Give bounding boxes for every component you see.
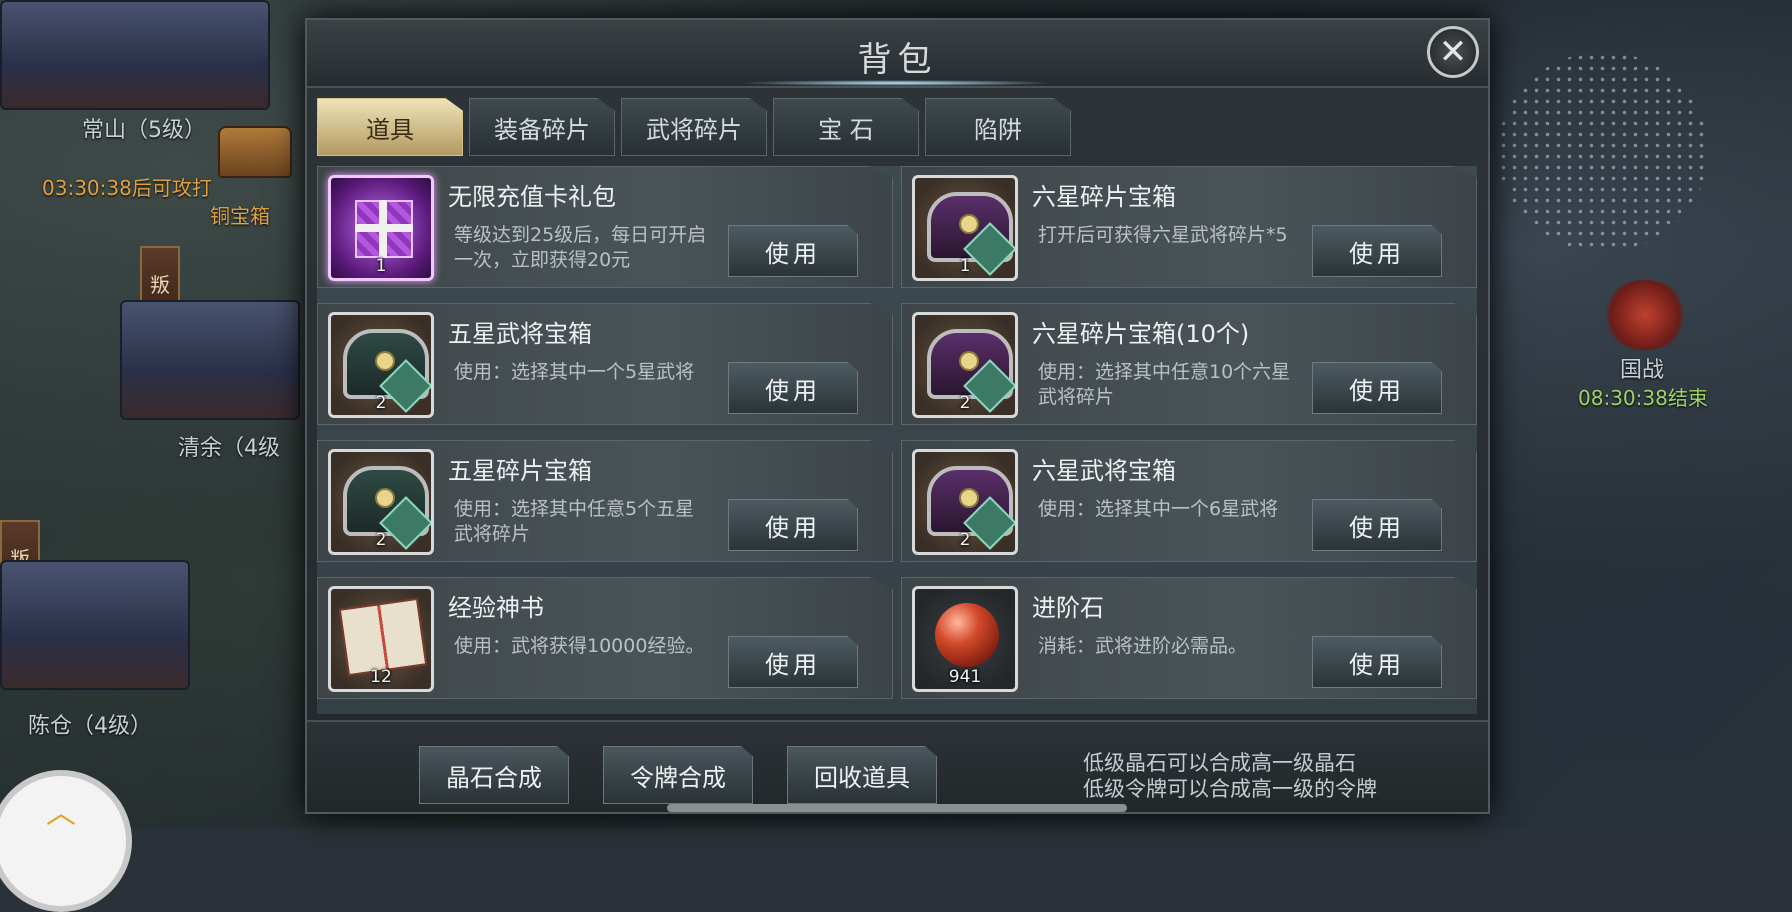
item-card: 2 六星武将宝箱 使用：选择其中一个6星武将 使用 (901, 440, 1477, 562)
item-description: 使用：选择其中一个5星武将 (454, 361, 695, 383)
item-name: 六星碎片宝箱(10个) (1032, 320, 1250, 348)
item-name: 五星武将宝箱 (448, 320, 592, 348)
use-button[interactable]: 使用 (1312, 362, 1442, 414)
crystal-synthesis-button[interactable]: 晶石合成 (419, 746, 569, 804)
use-button[interactable]: 使用 (728, 225, 858, 277)
item-count: 1 (959, 256, 971, 276)
item-count: 2 (375, 530, 387, 550)
hint-line-1: 低级晶石可以合成高一级晶石 (1083, 751, 1356, 775)
close-button[interactable]: ✕ (1427, 26, 1479, 78)
item-description: 使用：选择其中任意5个五星武将碎片 (454, 498, 695, 545)
title-bar: 背包 ✕ (307, 20, 1488, 88)
advance-stone-icon[interactable]: 941 (912, 586, 1018, 692)
item-description: 使用：武将获得10000经验。 (454, 635, 705, 657)
five-star-chest-icon[interactable]: 2 (328, 449, 434, 555)
use-button[interactable]: 使用 (1312, 499, 1442, 551)
item-count: 2 (375, 393, 387, 413)
use-button[interactable]: 使用 (728, 362, 858, 414)
item-description: 使用：选择其中任意10个六星武将碎片 (1038, 361, 1291, 408)
tab-gems[interactable]: 宝 石 (773, 98, 919, 156)
six-star-chest-icon[interactable]: 2 (912, 449, 1018, 555)
title-glow (737, 80, 1057, 86)
bronze-chest-map-icon[interactable] (218, 126, 292, 178)
item-card: 2 五星碎片宝箱 使用：选择其中任意5个五星武将碎片 使用 (317, 440, 893, 562)
item-card: 941 进阶石 消耗：武将进阶必需品。 使用 (901, 577, 1477, 699)
use-button[interactable]: 使用 (1312, 225, 1442, 277)
changshan-label: 常山（5级） (82, 118, 206, 143)
tab-items[interactable]: 道具 (317, 98, 463, 156)
six-star-chest-icon[interactable]: 1 (912, 175, 1018, 281)
item-count: 1 (375, 256, 387, 276)
qingyu-castle[interactable] (120, 300, 300, 420)
item-card: 1 六星碎片宝箱 打开后可获得六星武将碎片*5 使用 (901, 166, 1477, 288)
changshan-castle[interactable] (0, 0, 270, 110)
tab-general-fragments[interactable]: 武将碎片 (621, 98, 767, 156)
attack-timer-label: 03:30:38后可攻打 (42, 176, 212, 200)
minimap[interactable] (1498, 52, 1708, 252)
item-name: 六星碎片宝箱 (1032, 183, 1176, 211)
item-count: 2 (959, 393, 971, 413)
six-star-chest-icon[interactable]: 2 (912, 312, 1018, 418)
chencang-castle[interactable] (0, 560, 190, 690)
item-description: 消耗：武将进阶必需品。 (1038, 635, 1248, 657)
national-war-timer: 08:30:38结束 (1578, 386, 1708, 410)
recycle-items-button[interactable]: 回收道具 (787, 746, 937, 804)
qingyu-label: 清余（4级 (178, 436, 280, 461)
item-name: 无限充值卡礼包 (448, 183, 616, 211)
tab-bar: 道具 装备碎片 武将碎片 宝 石 陷阱 (317, 98, 1071, 156)
footer-bar: 晶石合成 令牌合成 回收道具 低级晶石可以合成高一级晶石 低级令牌可以合成高一级… (307, 720, 1488, 812)
use-button[interactable]: 使用 (728, 499, 858, 551)
hint-line-2: 低级令牌可以合成高一级的令牌 (1083, 777, 1377, 801)
panel-title: 背包 (857, 40, 938, 80)
item-description: 打开后可获得六星武将碎片*5 (1038, 224, 1288, 246)
bronze-chest-label: 铜宝箱 (210, 204, 270, 228)
item-card: 12 经验神书 使用：武将获得10000经验。 使用 (317, 577, 893, 699)
item-description: 使用：选择其中一个6星武将 (1038, 498, 1279, 520)
item-name: 六星武将宝箱 (1032, 457, 1176, 485)
item-name: 五星碎片宝箱 (448, 457, 592, 485)
rebel-banner-text: 叛 (150, 272, 170, 297)
synthesis-hint: 低级晶石可以合成高一级晶石 低级令牌可以合成高一级的令牌 (1083, 750, 1377, 802)
item-card: 2 六星碎片宝箱(10个) 使用：选择其中任意10个六星武将碎片 使用 (901, 303, 1477, 425)
use-button[interactable]: 使用 (1312, 636, 1442, 688)
backpack-panel: 背包 ✕ 道具 装备碎片 武将碎片 宝 石 陷阱 1 无限充值卡礼包 等级达到2… (305, 18, 1490, 814)
item-card: 1 无限充值卡礼包 等级达到25级后，每日可开启一次，立即获得20元 使用 (317, 166, 893, 288)
national-war-label: 国战 (1620, 358, 1665, 383)
chevron-up-icon: ︿ (46, 796, 76, 831)
gift-box-icon[interactable]: 1 (328, 175, 434, 281)
tab-equipment-fragments[interactable]: 装备碎片 (469, 98, 615, 156)
chencang-label: 陈仓（4级） (28, 714, 152, 739)
horizontal-scrollbar[interactable] (667, 804, 1127, 812)
item-list[interactable]: 1 无限充值卡礼包 等级达到25级后，每日可开启一次，立即获得20元 使用 1 … (317, 166, 1477, 714)
item-count: 12 (370, 667, 392, 687)
item-count: 941 (948, 667, 982, 687)
national-war-icon[interactable] (1600, 280, 1690, 350)
item-card: 2 五星武将宝箱 使用：选择其中一个5星武将 使用 (317, 303, 893, 425)
item-count: 2 (959, 530, 971, 550)
exp-book-icon[interactable]: 12 (328, 586, 434, 692)
close-icon: ✕ (1438, 32, 1468, 72)
item-name: 经验神书 (448, 594, 544, 622)
use-button[interactable]: 使用 (728, 636, 858, 688)
item-description: 等级达到25级后，每日可开启一次，立即获得20元 (454, 224, 707, 271)
token-synthesis-button[interactable]: 令牌合成 (603, 746, 753, 804)
five-star-chest-icon[interactable]: 2 (328, 312, 434, 418)
tab-traps[interactable]: 陷阱 (925, 98, 1071, 156)
expand-menu-button[interactable]: ︿ (0, 770, 132, 912)
item-name: 进阶石 (1032, 594, 1104, 622)
